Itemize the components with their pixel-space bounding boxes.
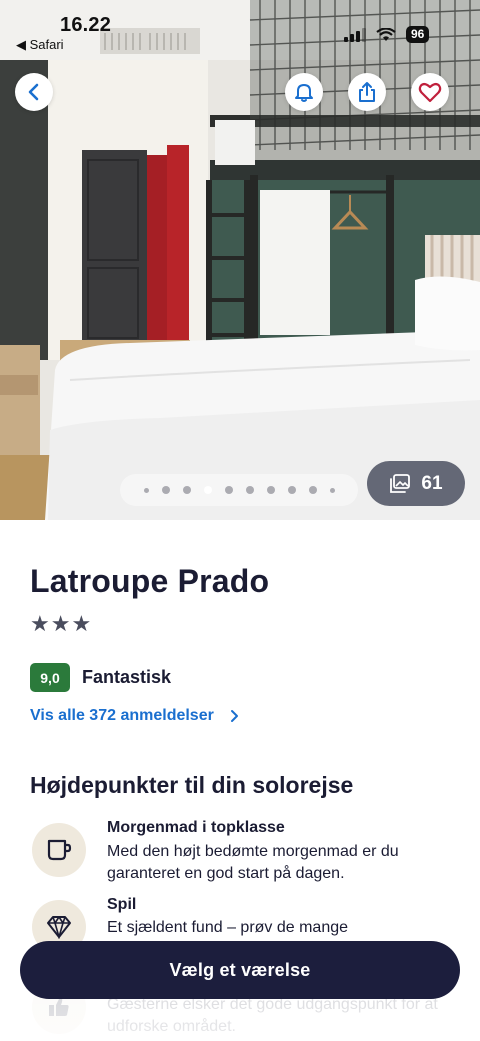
chevron-right-icon: [230, 710, 238, 722]
status-time: 16.22: [60, 14, 112, 36]
battery-indicator: 96: [406, 26, 430, 43]
back-button[interactable]: [15, 73, 53, 111]
price-alert-button[interactable]: [285, 73, 323, 111]
gallery-dot: [266, 486, 275, 494]
photos-icon: [390, 473, 411, 493]
highlight-description: Et sjældent fund – prøv de mange: [107, 919, 349, 936]
signal-icon: [344, 27, 366, 42]
photo-count-button[interactable]: 61: [367, 461, 465, 506]
guest-rating: 9,0 Fantastisk: [30, 663, 171, 692]
gallery-dot: [329, 487, 335, 493]
gallery-dot: [308, 486, 317, 494]
rating-score-badge: 9,0: [30, 663, 70, 692]
highlight-title: Morgenmad i topklasse: [107, 819, 285, 836]
gallery-dot: [224, 486, 233, 494]
gallery-dot: [143, 487, 149, 493]
gallery-dot-active: [203, 486, 212, 494]
highlights-title: Højdepunkter til din solorejse: [30, 772, 354, 798]
status-icons: 96: [344, 26, 430, 43]
bell-icon: [295, 84, 313, 102]
mug-icon: [32, 823, 86, 877]
choose-room-button[interactable]: Vælg et værelse: [20, 941, 460, 999]
chevron-left-icon: [28, 83, 39, 101]
gallery-pagination-dots: [120, 474, 358, 506]
reviews-link-label: Vis alle 372 anmeldelser: [30, 707, 214, 724]
photo-count-label: 61: [421, 472, 443, 494]
gallery-dot: [287, 486, 296, 494]
favorite-button[interactable]: [411, 73, 449, 111]
share-button[interactable]: [348, 73, 386, 111]
hotel-room-photo: [0, 0, 480, 520]
highlight-description: Med den højt bedømte morgenmad er du gar…: [107, 843, 399, 882]
status-bar: 16.22 ◀ Safari 96: [0, 0, 480, 56]
gallery-dot: [245, 486, 254, 494]
gallery-dot: [161, 486, 170, 494]
hotel-name: Latroupe Prado: [30, 563, 270, 599]
share-icon: [359, 82, 375, 102]
wifi-icon: [376, 27, 396, 41]
rating-label: Fantastisk: [82, 667, 172, 687]
highlight-description: Gæsterne elsker det gode udgangspunkt fo…: [107, 996, 438, 1035]
heart-icon: [418, 82, 442, 103]
back-to-safari-link[interactable]: ◀ Safari: [16, 37, 64, 53]
highlight-title: Spil: [107, 896, 137, 913]
gallery-dot: [182, 486, 191, 494]
see-all-reviews-link[interactable]: Vis alle 372 anmeldelser: [30, 707, 240, 725]
star-rating: ★★★: [30, 611, 93, 636]
hotel-photo-gallery[interactable]: 16.22 ◀ Safari 96 61: [0, 0, 480, 520]
